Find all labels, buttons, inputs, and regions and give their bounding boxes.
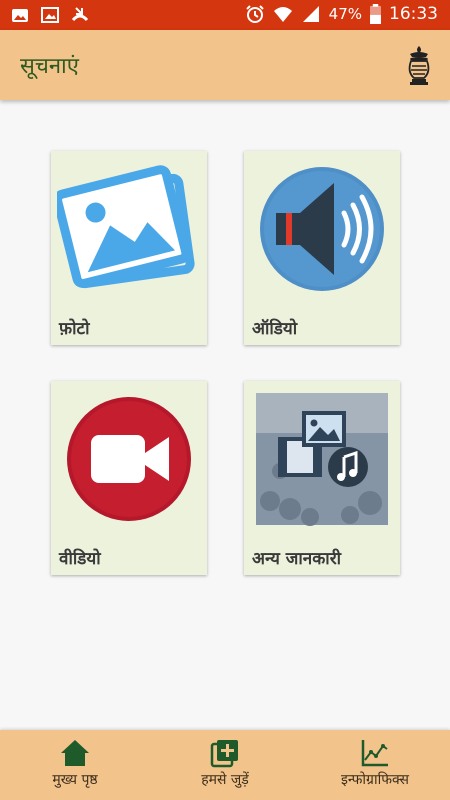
media-icon [256, 393, 388, 526]
nav-home[interactable]: मुख्य पृष्ठ [0, 730, 150, 800]
tile-audio[interactable]: ऑडियो [244, 151, 400, 345]
home-icon [61, 740, 89, 766]
bottom-navigation: मुख्य पृष्ठ हमसे जुड़ें इन्फोग्राफिक्स [0, 730, 450, 800]
battery-icon [370, 4, 381, 24]
nav-infographics-label: इन्फोग्राफिक्स [340, 772, 410, 788]
video-camera-icon [67, 397, 191, 521]
nav-infographics[interactable]: इन्फोग्राफिक्स [300, 730, 450, 800]
nav-home-label: मुख्य पृष्ठ [52, 772, 98, 788]
add-box-icon [210, 740, 238, 768]
speaker-icon [260, 167, 384, 291]
nav-contact-label: हमसे जुड़ें [201, 772, 249, 788]
gallery-icon [12, 9, 28, 22]
alarm-icon [245, 5, 264, 23]
tile-other-info[interactable]: अन्य जानकारी [244, 381, 400, 575]
missed-call-icon [71, 7, 89, 22]
signal-icon [302, 6, 319, 22]
page-title: सूचनाएं [20, 54, 79, 79]
photos-icon [57, 165, 195, 289]
battery-percent: 47% [328, 5, 362, 23]
status-bar: 47% 16:33 [0, 0, 450, 30]
kalash-emblem-icon [408, 46, 430, 85]
app-bar: सूचनाएं [0, 30, 450, 100]
tile-audio-label: ऑडियो [252, 319, 298, 339]
chart-icon [361, 740, 388, 767]
nav-contact[interactable]: हमसे जुड़ें [150, 730, 300, 800]
clock: 16:33 [389, 4, 438, 24]
tile-video-label: वीडियो [59, 549, 101, 569]
wifi-icon [273, 7, 292, 22]
tile-photos[interactable]: फ़ोटो [51, 151, 207, 345]
image-icon [41, 7, 59, 23]
tile-photos-label: फ़ोटो [59, 319, 90, 339]
tile-video[interactable]: वीडियो [51, 381, 207, 575]
tile-other-info-label: अन्य जानकारी [252, 549, 342, 569]
